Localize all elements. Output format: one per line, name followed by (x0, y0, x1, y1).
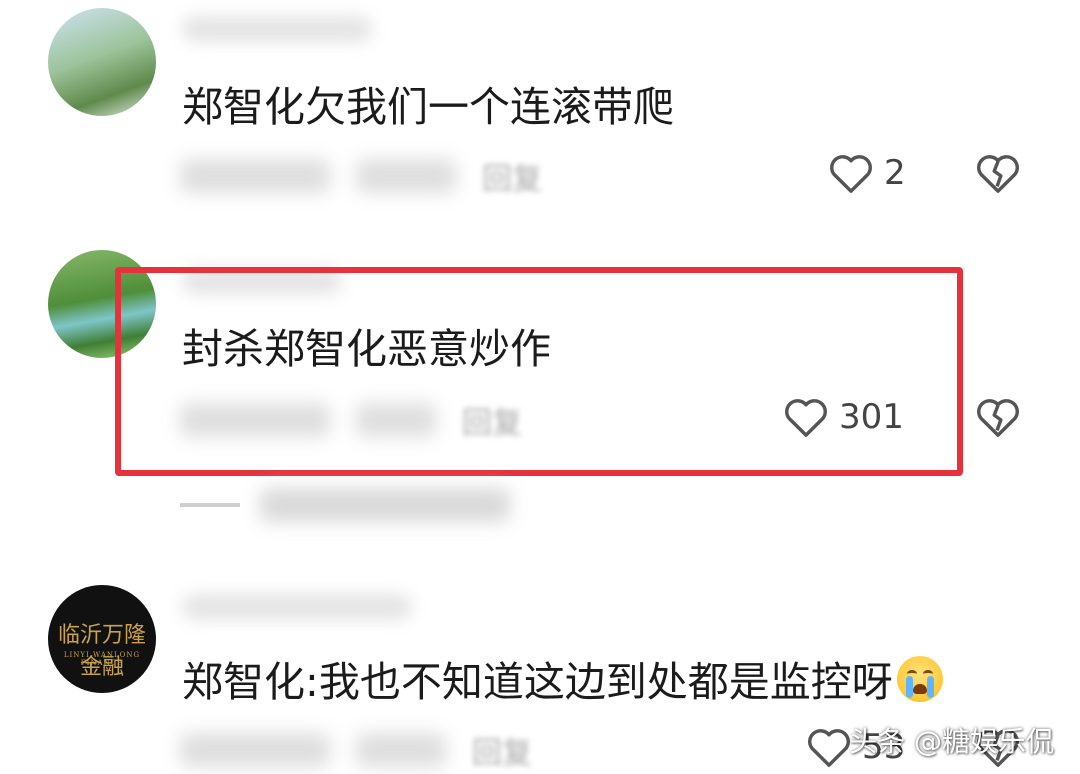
username-blurred[interactable] (182, 594, 412, 620)
broken-heart-icon (975, 152, 1021, 194)
timestamp-blurred (180, 733, 330, 767)
comment-text-content: 郑智化:我也不知道这边到处都是监控呀 (182, 658, 893, 706)
comment-text: 郑智化:我也不知道这边到处都是监控呀 (182, 656, 943, 707)
timestamp-blurred (180, 159, 330, 193)
location-blurred (356, 159, 456, 193)
avatar-logo: 临沂万隆金融 (57, 623, 146, 680)
expand-replies[interactable] (180, 488, 510, 522)
like-button[interactable]: 2 (828, 152, 906, 194)
user-avatar[interactable] (48, 8, 156, 116)
reply-button[interactable]: 回复 (472, 728, 532, 772)
expand-replies-text-blurred (260, 488, 510, 522)
avatar-logo-sub: LINYI WANLONG FINANCE (63, 651, 141, 667)
comment-meta: 回复 (180, 154, 542, 198)
broken-heart-icon (975, 396, 1021, 438)
comment-meta: 回复 (180, 728, 532, 772)
like-count: 2 (884, 153, 906, 193)
highlight-box (115, 267, 963, 476)
location-blurred (356, 733, 446, 767)
watermark: 头条 @糖娱乐侃 (849, 725, 1054, 758)
dislike-button[interactable] (975, 396, 1021, 438)
username-blurred[interactable] (182, 16, 372, 42)
heart-outline-icon (806, 726, 852, 768)
heart-outline-icon (828, 152, 874, 194)
dislike-button[interactable] (975, 152, 1021, 194)
crying-face-emoji (896, 656, 943, 702)
divider (180, 503, 240, 507)
user-avatar[interactable]: 临沂万隆金融 LINYI WANLONG FINANCE (48, 585, 156, 693)
reply-button[interactable]: 回复 (482, 154, 542, 198)
comment-text: 郑智化欠我们一个连滚带爬 (182, 83, 674, 131)
